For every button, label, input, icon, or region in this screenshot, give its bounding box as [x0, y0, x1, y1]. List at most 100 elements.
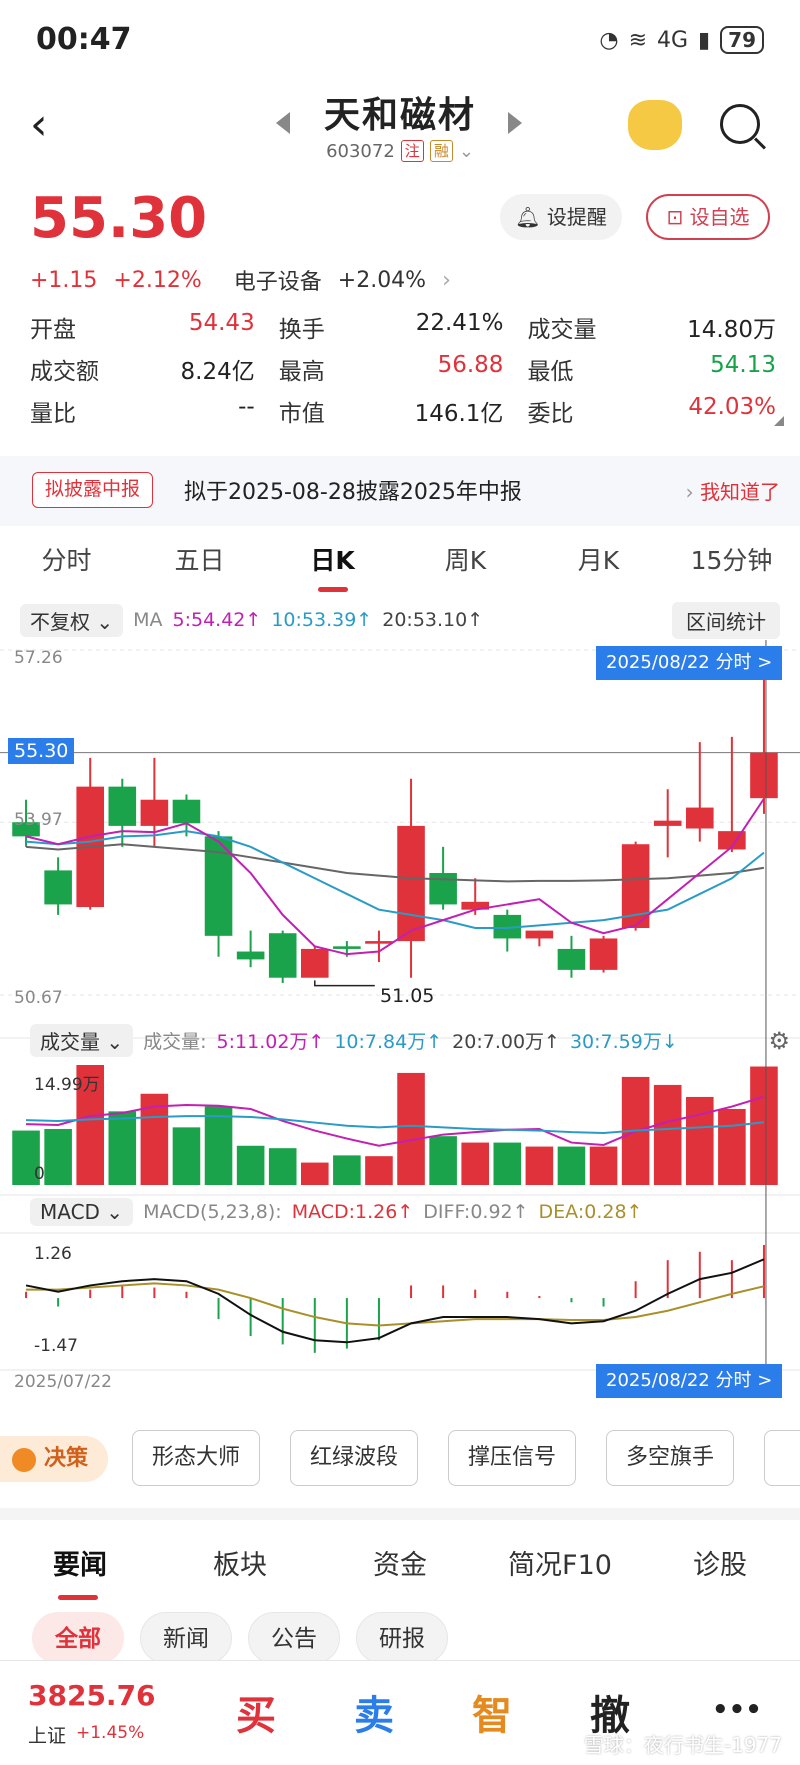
quote-value: --	[238, 394, 255, 420]
news-subtab[interactable]: 全部	[32, 1612, 124, 1664]
buy-button[interactable]: 买	[236, 1683, 276, 1741]
quote-cell: 成交量 14.80万	[527, 310, 776, 344]
add-watchlist-button[interactable]: ⊡ 设自选	[646, 194, 770, 240]
bell-icon: 🔔︎	[515, 205, 541, 229]
notice-dismiss-link[interactable]: › 我知道了	[686, 476, 780, 505]
ma20-value: 20:53.10↑	[382, 609, 484, 631]
chart-tab[interactable]: 日K	[266, 540, 399, 592]
smart-button[interactable]: 智	[472, 1683, 512, 1741]
news-tab[interactable]: 板块	[160, 1540, 320, 1600]
news-subtab[interactable]: 新闻	[140, 1612, 232, 1664]
diff-line	[25, 1258, 765, 1344]
feature-button-more[interactable]	[764, 1430, 800, 1486]
quote-cell: 市值 146.1亿	[279, 394, 528, 428]
feature-button-0[interactable]: 形态大师	[132, 1430, 260, 1486]
quote-value: 8.24亿	[180, 359, 255, 385]
candle-body	[268, 933, 297, 978]
feature-button-3[interactable]: 多空旗手	[606, 1430, 734, 1486]
candle-body	[750, 752, 778, 799]
chevron-down-icon[interactable]: ⌄	[459, 141, 474, 162]
volume-bar	[44, 1128, 72, 1185]
feature-button-1[interactable]: 红绿波段	[290, 1430, 418, 1486]
volume-bar	[300, 1162, 329, 1185]
sector-name[interactable]: 电子设备	[234, 264, 322, 296]
stock-code-row: 603072 注 融 ⌄	[0, 140, 800, 162]
feature-button-2[interactable]: 撑压信号	[448, 1430, 576, 1486]
date-start: 2025/07/22	[14, 1372, 112, 1392]
index-name: 上证	[28, 1725, 67, 1747]
news-subtab[interactable]: 公告	[248, 1612, 340, 1664]
macd-value: MACD:1.26↑	[291, 1201, 414, 1223]
quote-label: 量比	[30, 401, 76, 427]
quote-value: 54.43	[188, 310, 255, 336]
trade-bar: 3825.76 上证 +1.45% 买 卖 智 撤 ••• 雪球：夜行书生-19…	[0, 1660, 800, 1765]
change-row: +1.15 +2.12% 电子设备 +2.04% ›	[30, 264, 451, 296]
ma-prefix: MA	[133, 609, 163, 631]
news-subtabs: 全部 新闻 公告 研报	[32, 1612, 448, 1664]
last-price-badge: 55.30	[8, 738, 75, 764]
k-axis-bottom: 50.67	[14, 988, 63, 1008]
quote-cell: 委比 42.03%	[527, 394, 776, 428]
volume-bar	[236, 1145, 265, 1185]
chart-tab[interactable]: 分时	[0, 540, 133, 592]
macd-select[interactable]: MACD ⌄	[30, 1198, 134, 1226]
next-stock-arrow-icon[interactable]	[508, 112, 522, 134]
volume-title: 成交量	[40, 1030, 100, 1054]
cursor-date-badge-top[interactable]: 2025/08/22 分时 >	[596, 646, 783, 680]
k-axis-top: 57.26	[14, 648, 63, 668]
cursor-date-badge-bottom[interactable]: 2025/08/22 分时 >	[596, 1364, 783, 1398]
cursor-date-bottom: 2025/08/22	[606, 1370, 710, 1391]
dea-line	[26, 1282, 765, 1327]
signal-label: 4G	[657, 27, 689, 53]
search-icon[interactable]	[720, 104, 760, 144]
news-tab[interactable]: 诊股	[640, 1540, 800, 1600]
volume-select[interactable]: 成交量 ⌄	[30, 1024, 134, 1057]
notice-text: 拟于2025-08-28披露2025年中报	[184, 480, 522, 505]
quote-label: 成交量	[527, 317, 597, 343]
notice-bar: 拟披露中报 拟于2025-08-28披露2025年中报 › 我知道了	[0, 456, 800, 526]
ma5-value: 5:54.42↑	[172, 609, 262, 631]
candle-body	[300, 948, 329, 978]
quote-value: 14.80万	[687, 317, 777, 343]
adjust-select[interactable]: 不复权 ⌄	[20, 603, 124, 637]
volume-bar	[397, 1072, 425, 1185]
quote-value: 54.13	[710, 352, 777, 378]
candle-body	[397, 825, 425, 942]
settings-icon[interactable]: ⚙︎	[768, 1027, 790, 1055]
volume-bar	[589, 1146, 618, 1185]
status-time: 00:47	[36, 22, 132, 57]
range-stats-button[interactable]: 区间统计	[672, 602, 780, 639]
finance-tag: 融	[429, 140, 453, 162]
volume-bar	[429, 1136, 457, 1185]
vol-axis-zero: 0	[34, 1164, 45, 1184]
more-button[interactable]: •••	[712, 1695, 762, 1725]
expand-corner-icon[interactable]	[774, 416, 784, 426]
add-watchlist-label: 设自选	[689, 205, 750, 229]
quote-label: 换手	[278, 317, 325, 343]
chart-tab[interactable]: 五日	[133, 540, 266, 592]
volume-bar	[493, 1142, 522, 1185]
volume-bar	[172, 1127, 201, 1185]
chart-tab[interactable]: 周K	[399, 540, 532, 592]
set-alert-button[interactable]: 🔔︎ 设提醒	[500, 194, 622, 240]
chart-tab[interactable]: 月K	[532, 540, 665, 592]
news-tab[interactable]: 要闻	[0, 1540, 160, 1600]
macd-title: MACD	[40, 1200, 100, 1224]
section-divider	[0, 1508, 800, 1520]
news-tab[interactable]: 简况F10	[480, 1540, 640, 1600]
news-tab[interactable]: 资金	[320, 1540, 480, 1600]
decision-icon	[12, 1448, 36, 1472]
volume-bar	[108, 1111, 137, 1185]
feature-row: 决策 形态大师 红绿波段 撑压信号 多空旗手	[0, 1420, 800, 1490]
vol10-value: 10:7.84万↑	[334, 1031, 443, 1053]
quote-cell: 最低 54.13	[527, 352, 776, 386]
news-subtab[interactable]: 研报	[356, 1612, 448, 1664]
sell-button[interactable]: 卖	[354, 1683, 394, 1741]
chart-tab[interactable]: 15分钟	[665, 540, 798, 592]
kline-chart[interactable]	[0, 640, 800, 1400]
index-value[interactable]: 3825.76	[28, 1679, 156, 1712]
chevron-right-icon[interactable]: ›	[442, 268, 451, 293]
cursor-link-top: 分时 >	[715, 652, 773, 673]
vol-ma5-line	[26, 1095, 765, 1147]
mascot-icon[interactable]	[628, 100, 682, 150]
